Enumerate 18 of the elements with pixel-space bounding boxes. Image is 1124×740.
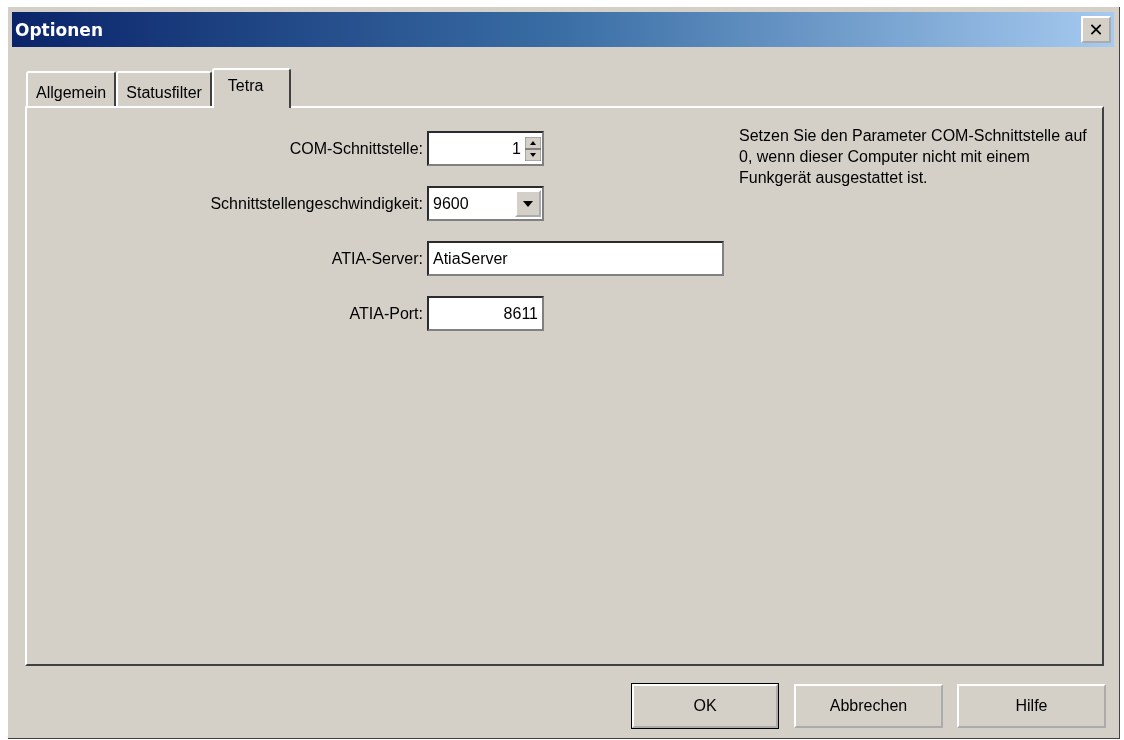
- spin-arrows-icon[interactable]: [525, 136, 542, 161]
- dialog-button[interactable]: Hilfe: [957, 684, 1106, 728]
- dialog-button[interactable]: OK: [632, 684, 778, 728]
- dropdown-field[interactable]: 9600: [427, 186, 544, 221]
- close-button[interactable]: ✕: [1081, 16, 1111, 43]
- tab[interactable]: Statusfilter: [116, 71, 212, 106]
- tab[interactable]: Allgemein: [26, 71, 117, 106]
- field-label: COM-Schnittstelle:: [288, 139, 424, 158]
- input-field[interactable]: AtiaServer: [427, 241, 724, 276]
- hint-text: Setzen Sie den Parameter COM-Schnittstelle auf 0, wenn dieser Computer nicht mit einem Funkgerät ausgestattet ist.: [739, 126, 1088, 188]
- field-label: Schnittstellengeschwindigkeit:: [209, 194, 424, 213]
- input-field[interactable]: 8611: [427, 296, 544, 331]
- window-title: Optionen: [15, 19, 103, 40]
- spin-field[interactable]: 1: [427, 131, 544, 166]
- tab[interactable]: Tetra: [211, 68, 292, 108]
- field-label: ATIA-Server:: [330, 249, 424, 268]
- field-label: ATIA-Port:: [348, 304, 424, 323]
- dialog-button[interactable]: Abbrechen: [794, 684, 943, 728]
